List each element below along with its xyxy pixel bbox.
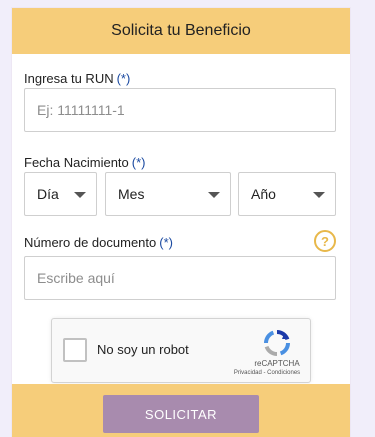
form-footer: SOLICITAR [12,384,350,437]
recaptcha-widget: No soy un robot reCAPTCHA Privacidad - C… [51,318,311,383]
chevron-down-icon [208,192,220,198]
recaptcha-checkbox[interactable] [63,338,87,362]
day-select[interactable]: Día [24,172,97,216]
birth-date-required-marker: (*) [131,155,146,170]
submit-button[interactable]: SOLICITAR [103,395,259,433]
recaptcha-logo-icon [264,330,290,356]
form-header: Solicita tu Beneficio [12,8,350,54]
run-input[interactable] [24,88,336,132]
document-label: Número de documento [24,235,157,250]
recaptcha-links[interactable]: Privacidad - Condiciones [222,370,312,376]
year-select[interactable]: Año [238,172,336,216]
document-field-label: Número de documento (*) [24,235,173,250]
run-required-marker: (*) [116,71,131,86]
birth-date-label: Fecha Nacimiento [24,155,129,170]
month-select-value: Mes [118,186,145,202]
month-select[interactable]: Mes [105,172,231,216]
year-select-value: Año [251,186,276,202]
birth-date-field-label: Fecha Nacimiento (*) [24,155,146,170]
chevron-down-icon [74,192,86,198]
chevron-down-icon [313,192,325,198]
recaptcha-brand: reCAPTCHA [254,359,300,368]
day-select-value: Día [37,186,59,202]
recaptcha-label: No soy un robot [97,342,189,357]
form-title: Solicita tu Beneficio [111,22,251,39]
question-circle-icon[interactable]: ? [314,230,336,252]
benefit-request-form: Solicita tu Beneficio Ingresa tu RUN (*) … [12,8,350,437]
document-input[interactable] [24,256,336,300]
run-field-label: Ingresa tu RUN (*) [24,71,130,86]
document-required-marker: (*) [159,235,173,250]
run-label: Ingresa tu RUN [24,71,114,86]
